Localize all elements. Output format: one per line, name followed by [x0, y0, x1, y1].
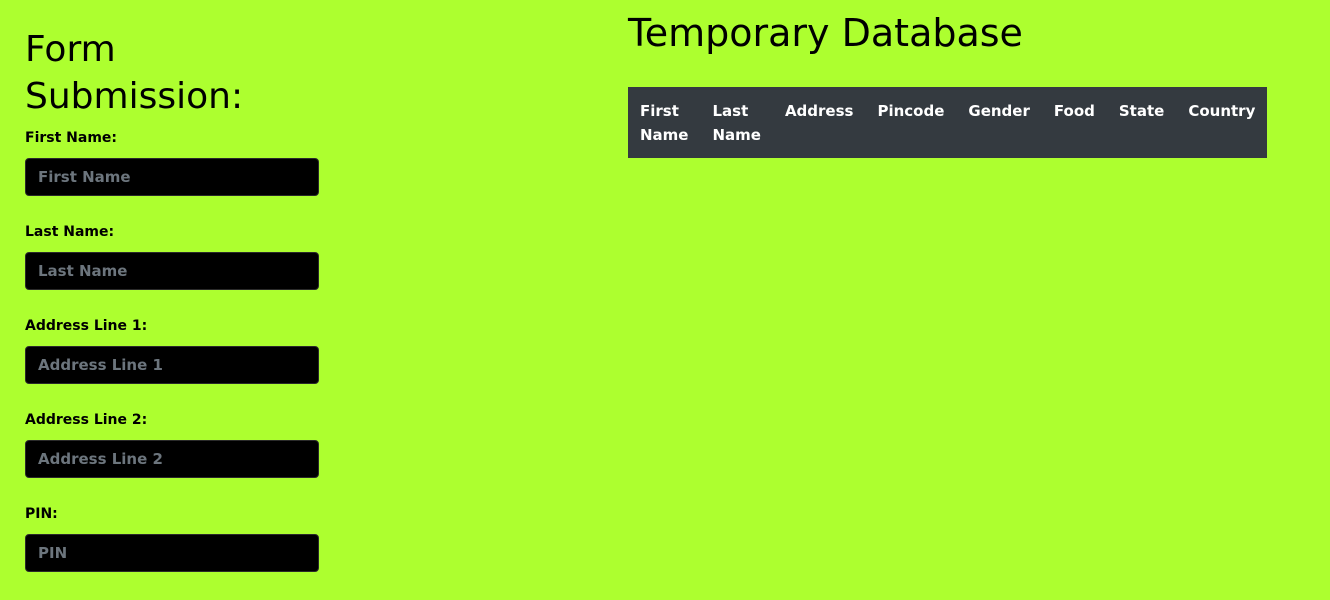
- first-name-group: First Name:: [25, 128, 319, 222]
- header-row: First Name Last Name Address Pincode Gen…: [628, 87, 1267, 158]
- last-name-input[interactable]: [25, 252, 319, 290]
- column-header-address: Address: [784, 102, 854, 120]
- first-name-label: First Name:: [25, 130, 118, 146]
- last-name-label: Last Name:: [25, 224, 115, 240]
- temporary-database: Temporary Database First Name Last Name …: [628, 8, 1268, 158]
- form-title: Form Submission:: [25, 29, 244, 117]
- column-header-gender: Gender: [968, 102, 1030, 120]
- database-title: Temporary Database: [628, 11, 1023, 55]
- address-line-2-label: Address Line 2:: [25, 412, 148, 428]
- address-line-2-input[interactable]: [25, 440, 319, 478]
- pin-group: PIN:: [25, 504, 319, 598]
- address-line-1-label: Address Line 1:: [25, 318, 148, 334]
- column-header-state: State: [1118, 102, 1165, 120]
- address-line-1-group: Address Line 1:: [25, 316, 319, 410]
- submission-form: Form Submission: First Name: Last Name: …: [25, 26, 319, 598]
- column-header-pincode: Pincode: [877, 102, 945, 120]
- page: Form Submission: First Name: Last Name: …: [0, 0, 1330, 600]
- address-line-2-group: Address Line 2:: [25, 410, 319, 504]
- column-header-food: Food: [1053, 102, 1095, 120]
- column-header-country: Country: [1188, 102, 1256, 120]
- pin-label: PIN:: [25, 506, 58, 522]
- address-line-1-input[interactable]: [25, 346, 319, 384]
- pin-input[interactable]: [25, 534, 319, 572]
- database-table-header: First Name Last Name Address Pincode Gen…: [628, 87, 1267, 158]
- first-name-input[interactable]: [25, 158, 319, 196]
- column-header-first-name: First Name: [640, 102, 689, 144]
- database-table: First Name Last Name Address Pincode Gen…: [628, 87, 1268, 158]
- last-name-group: Last Name:: [25, 222, 319, 316]
- column-header-last-name: Last Name: [712, 102, 761, 144]
